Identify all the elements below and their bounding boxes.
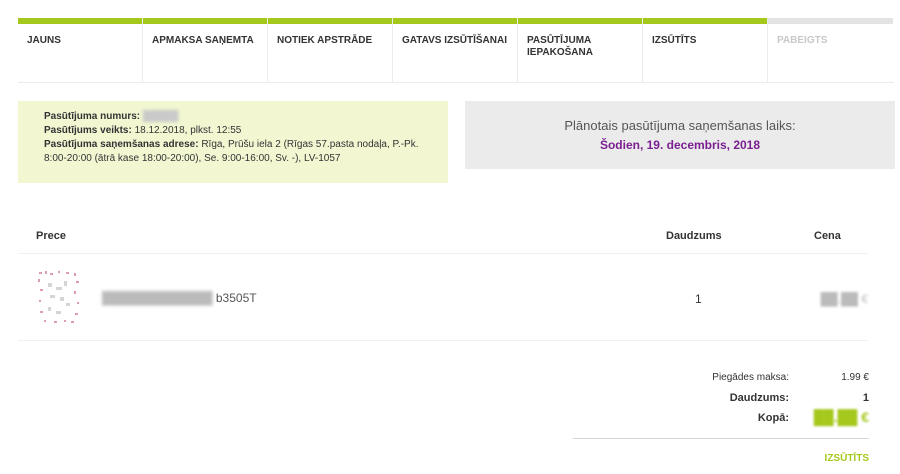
step-new: Jauns <box>18 18 143 83</box>
step-ready-to-ship: Gatavs izsūtīšanai <box>393 18 518 83</box>
product-thumbnail[interactable] <box>36 269 82 325</box>
totals-divider <box>573 438 869 439</box>
step-label: Pasūtījuma iepakošana <box>527 35 593 58</box>
product-name-hidden: █████████████ <box>102 291 213 305</box>
total-value: ██.██ € <box>813 409 869 425</box>
step-payment-received: Apmaksa saņemta <box>143 18 268 83</box>
shipping-value: 1.99 € <box>841 372 869 383</box>
quantity-row: Daudzums: 1 <box>573 388 869 408</box>
order-progress-steps: Jauns Apmaksa saņemta Notiek apstrāde Ga… <box>18 18 894 83</box>
order-placed-label: Pasūtījums veikts: <box>44 125 132 136</box>
step-label: Jauns <box>27 35 61 46</box>
order-placed-value: 18.12.2018, plkst. 12:55 <box>134 125 242 136</box>
order-number-label: Pasūtījuma numurs: <box>44 111 141 122</box>
step-label: Notiek apstrāde <box>277 35 373 46</box>
order-number-row: Pasūtījuma numurs: █████ <box>44 110 438 124</box>
column-header-quantity: Daudzums <box>666 230 722 242</box>
step-bar <box>768 18 893 24</box>
step-label: Gatavs izsūtīšanai <box>402 35 507 46</box>
order-placed-row: Pasūtījums veikts: 18.12.2018, plkst. 12… <box>44 124 438 138</box>
step-completed: Pabeigts <box>768 18 893 83</box>
column-header-product: Prece <box>36 230 66 242</box>
step-label: Pabeigts <box>777 35 828 46</box>
total-label: Kopā: <box>757 412 789 424</box>
quantity-value: 1 <box>862 392 869 404</box>
delivery-estimate-label: Plānotais pasūtījuma saņemšanas laiks: <box>564 118 796 133</box>
order-totals: Piegādes maksa: 1.99 € Daudzums: 1 Kopā:… <box>573 368 869 428</box>
total-row: Kopā: ██.██ € <box>573 408 869 428</box>
product-code: b3505T <box>215 291 257 305</box>
product-price: ██.██ € <box>820 292 868 306</box>
delivery-estimate-box: Plānotais pasūtījuma saņemšanas laiks: Š… <box>465 101 895 169</box>
products-table-header: Prece Daudzums Cena <box>18 218 868 254</box>
product-quantity: 1 <box>695 292 702 306</box>
step-bar <box>393 18 517 24</box>
step-bar <box>643 18 767 24</box>
step-bar <box>268 18 392 24</box>
product-name[interactable]: █████████████ b3505T <box>102 291 257 305</box>
order-address-label: Pasūtījuma saņemšanas adrese: <box>44 139 199 150</box>
step-packing: Pasūtījuma iepakošana <box>518 18 643 83</box>
column-header-price: Cena <box>814 230 841 242</box>
shipping-label: Piegādes maksa: <box>712 372 789 383</box>
step-bar <box>143 18 267 24</box>
step-label: Apmaksa saņemta <box>152 35 254 46</box>
step-shipped: Izsūtīts <box>643 18 768 83</box>
shipping-row: Piegādes maksa: 1.99 € <box>573 368 869 388</box>
order-address-row: Pasūtījuma saņemšanas adrese: Rīga, Prūš… <box>44 138 438 166</box>
step-bar <box>518 18 642 24</box>
delivery-estimate-date: Šodien, 19. decembris, 2018 <box>599 138 761 152</box>
order-info-box: Pasūtījuma numurs: █████ Pasūtījums veik… <box>18 101 448 183</box>
step-processing: Notiek apstrāde <box>268 18 393 83</box>
quantity-label: Daudzums: <box>729 392 789 404</box>
table-row: █████████████ b3505T 1 ██.██ € <box>18 255 868 341</box>
order-status-link[interactable]: Izsūtīts <box>825 453 869 464</box>
step-label: Izsūtīts <box>652 35 697 46</box>
order-number-value: █████ <box>142 111 179 122</box>
step-bar <box>18 18 142 24</box>
